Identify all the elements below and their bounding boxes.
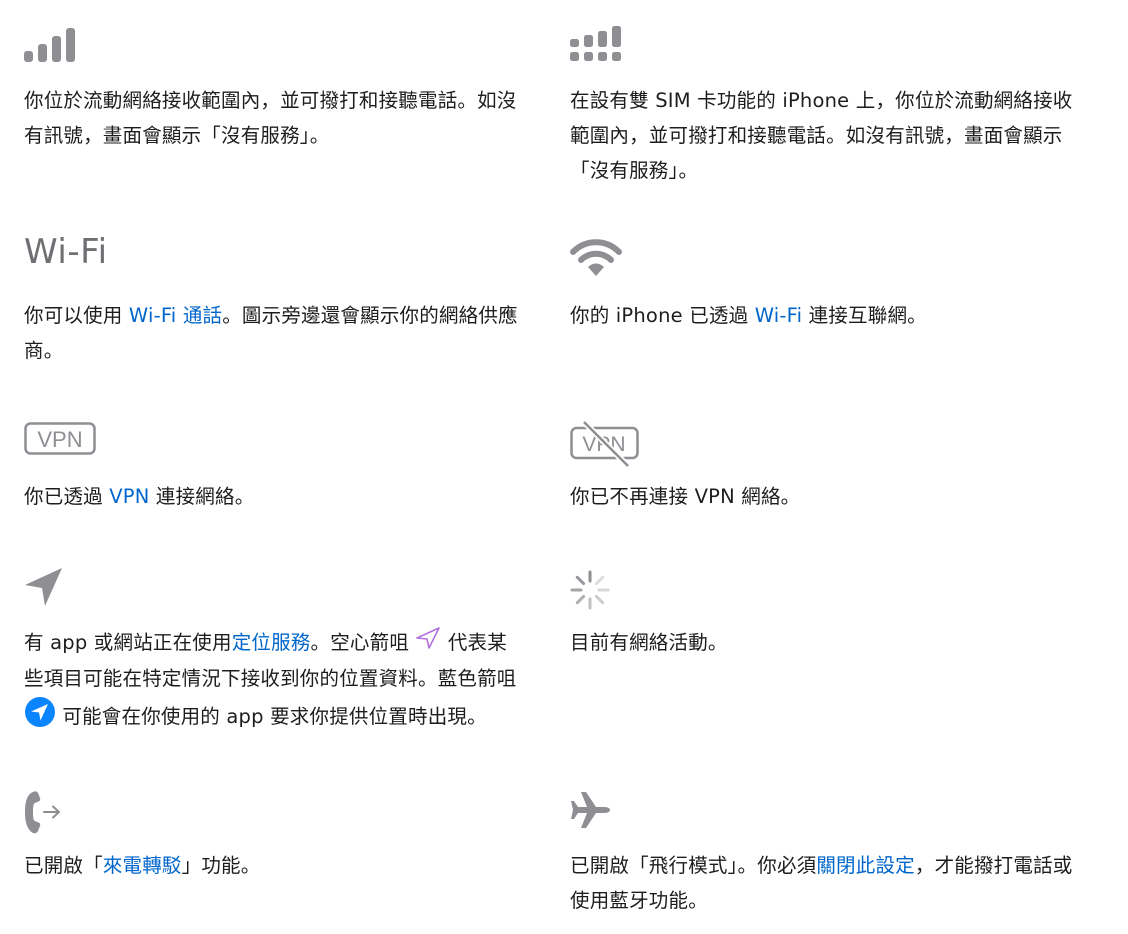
text-segment: 可能會在你使用的 app 要求你提供位置時出現。 [56, 705, 487, 728]
text-segment: 你已透過 [24, 485, 110, 508]
cellular-description: 你位於流動網絡接收範圍內，並可撥打和接聽電話。如沒有訊號，畫面會顯示「沒有服務」… [24, 89, 517, 147]
text-segment: 已開啟「飛行模式」。你必須 [570, 854, 817, 877]
text-segment: 你的 iPhone 已透過 [570, 304, 755, 327]
vpn-icon-label: VPN [37, 427, 82, 452]
dual-sim-signal-icon [570, 26, 626, 68]
vpn-icon: VPN [24, 422, 96, 460]
vpn-description: 你已透過 VPN 連接網絡。 [24, 479, 524, 514]
airplane-icon [570, 790, 612, 834]
hollow-location-arrow-icon [415, 626, 441, 661]
text-segment: 。空心箭咀 [310, 631, 416, 654]
location-description: 有 app 或網站正在使用定位服務。空心箭咀 代表某些項目可能在特定情況下接收到… [24, 625, 524, 739]
call-forwarding-link[interactable]: 來電轉駁 [103, 854, 182, 877]
network-activity-icon [570, 570, 610, 614]
text-segment: 連接網絡。 [149, 485, 255, 508]
wifi-icon [570, 238, 622, 282]
wifi-calling-link[interactable]: Wi-Fi 通話 [129, 304, 222, 327]
blue-location-arrow-icon [24, 696, 56, 739]
turn-off-setting-link[interactable]: 關閉此設定 [816, 854, 915, 877]
wifi-calling-title: Wi-Fi [24, 232, 108, 272]
vpn-disconnected-description: 你已不再連接 VPN 網絡。 [570, 485, 801, 508]
vpn-disconnected-icon: VPN [570, 419, 640, 474]
call-forwarding-description: 已開啟「來電轉駁」功能。 [24, 848, 524, 883]
wifi-description: 你的 iPhone 已透過 Wi-Fi 連接互聯網。 [570, 298, 1075, 333]
location-arrow-icon [24, 566, 64, 612]
cellular-signal-icon [24, 26, 78, 68]
text-segment: 你可以使用 [24, 304, 129, 327]
dual-sim-description: 在設有雙 SIM 卡功能的 iPhone 上，你位於流動網絡接收範圍內，並可撥打… [570, 89, 1073, 182]
location-services-link[interactable]: 定位服務 [232, 631, 311, 654]
call-forwarding-icon [24, 790, 64, 840]
text-segment: 有 app 或網站正在使用 [24, 631, 232, 654]
airplane-mode-description: 已開啟「飛行模式」。你必須關閉此設定，才能撥打電話或使用藍牙功能。 [570, 848, 1075, 918]
text-segment: 」功能。 [181, 854, 261, 877]
text-segment: 連接互聯網。 [802, 304, 927, 327]
wifi-link[interactable]: Wi-Fi [755, 304, 803, 327]
network-activity-description: 目前有網絡活動。 [570, 631, 728, 654]
vpn-link[interactable]: VPN [109, 485, 149, 508]
wifi-calling-description: 你可以使用 Wi-Fi 通話。圖示旁邊還會顯示你的網絡供應商。 [24, 298, 519, 368]
text-segment: 已開啟「 [24, 854, 103, 877]
